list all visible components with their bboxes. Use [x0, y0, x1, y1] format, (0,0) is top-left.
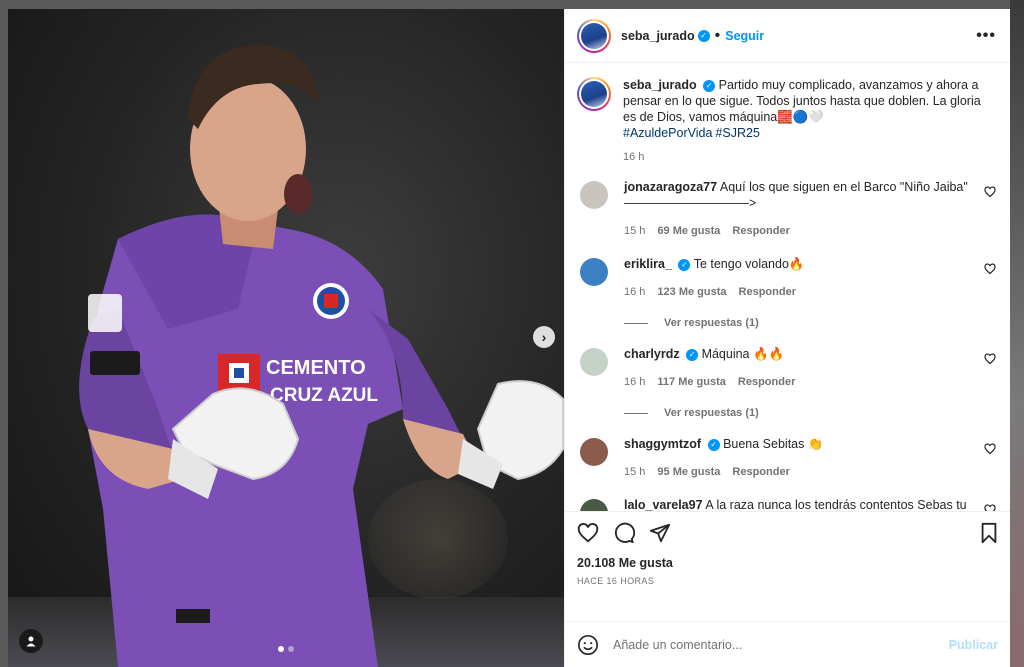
emoji-icon[interactable]: [577, 634, 599, 656]
post-actions: 20.108 Me gusta HACE 16 HORAS: [565, 511, 1010, 621]
view-replies-label: Ver respuestas (1): [664, 317, 759, 329]
comment-likes[interactable]: 117 Me gusta: [657, 374, 725, 390]
user-icon: [26, 636, 36, 647]
comment-time: 15 h: [624, 225, 646, 237]
hashtag-link[interactable]: #SJR25: [715, 126, 759, 140]
commenter-username[interactable]: jonazaragoza77: [624, 180, 717, 194]
comments-scroll-area[interactable]: seba_jurado ✓ Partido muy complicado, av…: [565, 63, 1010, 511]
separator-dot: •: [714, 26, 721, 44]
comment-bubble-icon[interactable]: [613, 522, 635, 544]
like-comment-heart-icon[interactable]: [984, 504, 996, 511]
comment-input[interactable]: [611, 636, 949, 653]
commenter-avatar[interactable]: [580, 348, 608, 376]
comment-item: eriklira_ ✓ Te tengo volando🔥 16 h 123 M…: [577, 256, 998, 300]
comment-time: 16 h: [624, 376, 646, 388]
verified-badge-icon: ✓: [707, 438, 720, 451]
share-paper-plane-icon[interactable]: [649, 522, 671, 544]
comment-text: Máquina 🔥🔥: [701, 347, 785, 361]
comment-item: charlyrdz ✓ Máquina 🔥🔥 16 h 117 Me gusta…: [577, 346, 998, 390]
commenter-avatar[interactable]: [580, 258, 608, 286]
commenter-username[interactable]: charlyrdz: [624, 347, 680, 361]
action-bar: [577, 512, 1000, 554]
comment-text: Te tengo volando🔥: [693, 257, 805, 271]
post-photo[interactable]: CEMENTO CRUZ AZUL ›: [8, 9, 564, 667]
comment-likes[interactable]: 69 Me gusta: [657, 223, 720, 239]
like-comment-heart-icon[interactable]: [984, 186, 996, 198]
jersey-sponsor-line2: CRUZ AZUL: [270, 385, 378, 406]
caption-timestamp: 16 h: [623, 151, 645, 163]
replies-line: [624, 412, 648, 414]
post-date: HACE 16 HORAS: [577, 576, 655, 586]
goalkeeper-illustration: CEMENTO CRUZ AZUL: [79, 44, 564, 667]
commenter-username[interactable]: lalo_varela97: [624, 498, 703, 511]
caption-username[interactable]: seba_jurado: [623, 78, 697, 92]
publish-button[interactable]: Publicar: [949, 638, 998, 652]
comment-text: Buena Sebitas 👏: [723, 437, 824, 451]
hashtag-link[interactable]: #AzuldePorVida: [623, 126, 712, 140]
view-replies-button[interactable]: Ver respuestas (1): [624, 407, 998, 419]
comment-likes[interactable]: 123 Me gusta: [657, 284, 726, 300]
caption-avatar[interactable]: [577, 77, 611, 111]
view-replies-label: Ver respuestas (1): [664, 407, 759, 419]
post-modal: CEMENTO CRUZ AZUL › seba_jurado ✓ • Segu…: [8, 9, 1010, 667]
reply-button[interactable]: Responder: [732, 223, 789, 239]
like-heart-icon[interactable]: [577, 522, 599, 544]
background-overlay: [1010, 0, 1024, 667]
commenter-avatar[interactable]: [580, 438, 608, 466]
comment-item: lalo_varela97 A la raza nunca los tendrá…: [577, 497, 998, 511]
comment-time: 16 h: [624, 286, 646, 298]
comment-likes[interactable]: 95 Me gusta: [657, 464, 720, 480]
reply-button[interactable]: Responder: [738, 374, 795, 390]
verified-badge-icon: ✓: [678, 258, 691, 271]
bookmark-icon[interactable]: [978, 522, 1000, 544]
carousel-indicator: [278, 646, 294, 652]
view-replies-button[interactable]: Ver respuestas (1): [624, 317, 998, 329]
tagged-users-button[interactable]: [19, 629, 43, 653]
reply-button[interactable]: Responder: [739, 284, 796, 300]
comment-item: jonazaragoza77 Aquí los que siguen en el…: [577, 179, 998, 239]
author-username[interactable]: seba_jurado: [621, 29, 695, 43]
post-side-panel: seba_jurado ✓ • Seguir ••• seba_jurado ✓…: [564, 9, 1010, 667]
post-header: seba_jurado ✓ • Seguir •••: [565, 9, 1010, 63]
commenter-username[interactable]: shaggymtzof: [624, 437, 701, 451]
carousel-dot: [288, 646, 294, 652]
comment-item: shaggymtzof ✓ Buena Sebitas 👏 15 h 95 Me…: [577, 436, 998, 480]
like-comment-heart-icon[interactable]: [984, 353, 996, 365]
carousel-dot-active: [278, 646, 284, 652]
verified-badge-icon: ✓: [686, 348, 699, 361]
total-likes[interactable]: 20.108 Me gusta: [577, 556, 1000, 570]
like-comment-heart-icon[interactable]: [984, 263, 996, 275]
follow-button[interactable]: Seguir: [725, 29, 764, 43]
commenter-avatar[interactable]: [580, 499, 608, 511]
verified-badge-icon: ✓: [703, 79, 716, 92]
more-options-icon[interactable]: •••: [976, 27, 996, 45]
reply-button[interactable]: Responder: [732, 464, 789, 480]
like-comment-heart-icon[interactable]: [984, 443, 996, 455]
replies-line: [624, 322, 648, 324]
author-avatar[interactable]: [577, 18, 611, 53]
commenter-avatar[interactable]: [580, 181, 608, 209]
post-caption: seba_jurado ✓ Partido muy complicado, av…: [577, 77, 998, 163]
next-photo-button[interactable]: ›: [533, 326, 555, 348]
commenter-username[interactable]: eriklira_: [624, 257, 672, 271]
verified-badge-icon: ✓: [697, 29, 710, 42]
jersey-sponsor-line1: CEMENTO: [266, 357, 366, 379]
add-comment-bar: Publicar: [565, 621, 1010, 667]
comment-time: 15 h: [624, 466, 646, 478]
